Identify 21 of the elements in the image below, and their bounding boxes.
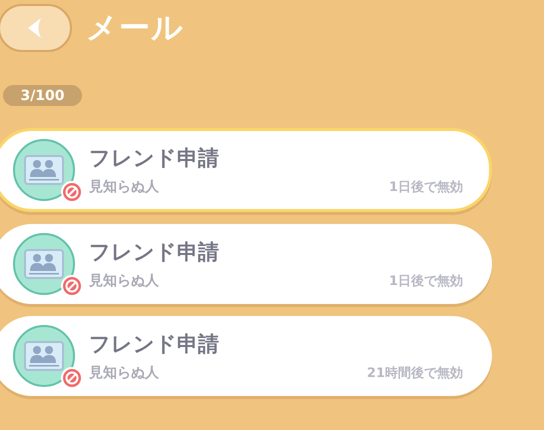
block-icon <box>61 181 83 203</box>
sender-name: 見知らぬ人 <box>89 272 159 290</box>
mail-title: フレンド申請 <box>89 331 220 358</box>
mail-card[interactable]: フレンド申請 見知らぬ人 1日後で無効 <box>0 128 492 212</box>
friend-card-icon <box>13 233 75 295</box>
expiry-text: 21時間後で無効 <box>366 365 463 382</box>
expiry-text: 1日後で無効 <box>388 179 463 196</box>
friend-card-icon <box>13 325 75 387</box>
back-button[interactable] <box>0 4 72 52</box>
expiry-text: 1日後で無効 <box>388 273 463 290</box>
mail-title: フレンド申請 <box>89 239 220 266</box>
mail-card[interactable]: フレンド申請 見知らぬ人 21時間後で無効 <box>0 316 492 396</box>
block-icon <box>61 367 83 389</box>
friend-card-icon <box>13 139 75 201</box>
mail-count: 3/100 <box>3 85 82 106</box>
sender-name: 見知らぬ人 <box>89 364 159 382</box>
mail-title: フレンド申請 <box>89 145 220 172</box>
sender-name: 見知らぬ人 <box>89 178 159 196</box>
mail-card[interactable]: フレンド申請 見知らぬ人 1日後で無効 <box>0 224 492 304</box>
block-icon <box>61 275 83 297</box>
screen-title: メール <box>86 9 184 48</box>
